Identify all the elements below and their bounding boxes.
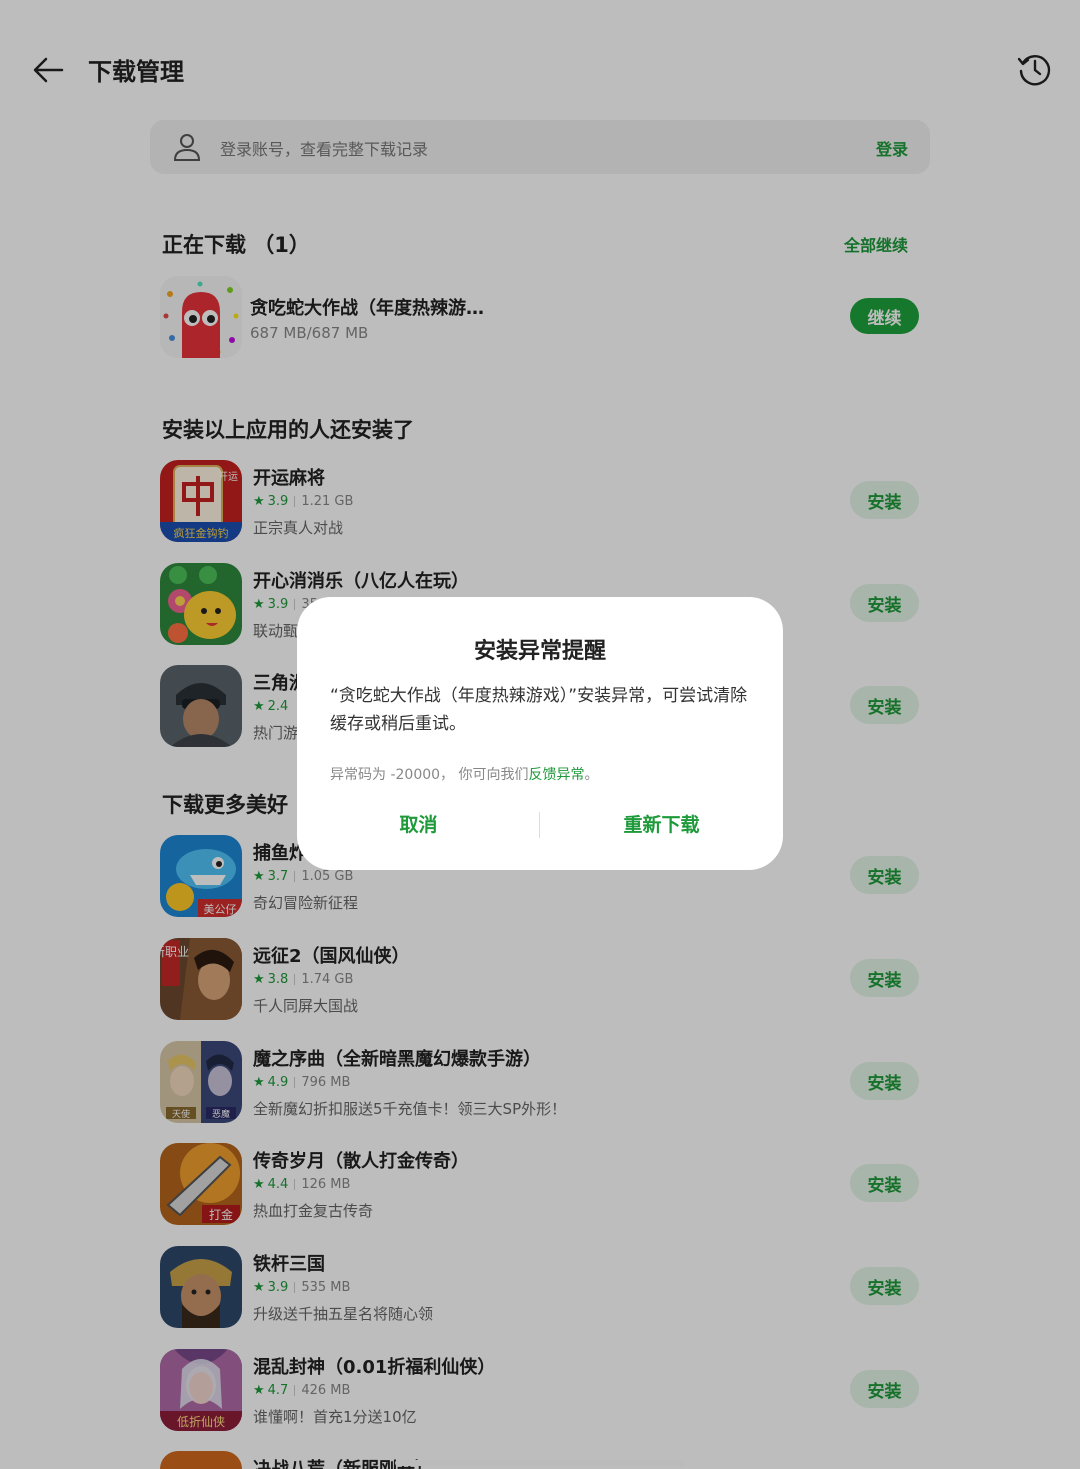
dialog-title: 安装异常提醒 <box>473 639 606 664</box>
install-error-dialog: 安装异常提醒 “贪吃蛇大作战（年度热辣游戏）”安装异常，可尝试清除缓存或稍后重试… <box>297 597 783 870</box>
dialog-message: “贪吃蛇大作战（年度热辣游戏）”安装异常，可尝试清除缓存或稍后重试。 <box>330 686 748 734</box>
dialog-error-code: 异常码为 -20000， 你可向我们反馈异常。 <box>330 764 599 784</box>
cancel-button[interactable]: 取消 <box>297 810 540 840</box>
scroll-indicator <box>395 1460 685 1466</box>
error-code-text: 异常码为 -20000， 你可向我们 <box>330 767 529 783</box>
feedback-link[interactable]: 反馈异常 <box>529 767 585 783</box>
error-code-suffix: 。 <box>584 767 599 783</box>
redownload-button[interactable]: 重新下载 <box>540 810 783 840</box>
